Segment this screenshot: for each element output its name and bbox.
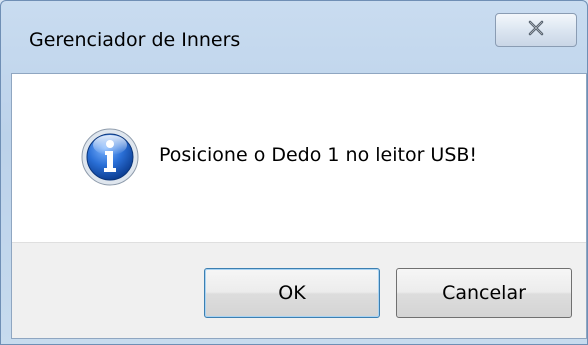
message-area: Posicione o Dedo 1 no leitor USB! xyxy=(12,74,586,242)
button-area: OK Cancelar xyxy=(12,242,586,338)
close-button[interactable] xyxy=(495,13,577,47)
info-icon xyxy=(80,127,140,187)
message-dialog: Gerenciador de Inners Posicione o Dedo 1… xyxy=(0,0,588,345)
dialog-body: Posicione o Dedo 1 no leitor USB! OK Can… xyxy=(11,73,587,339)
cancel-button[interactable]: Cancelar xyxy=(396,268,572,318)
message-text: Posicione o Dedo 1 no leitor USB! xyxy=(159,144,478,166)
close-icon xyxy=(527,20,545,40)
window-title: Gerenciador de Inners xyxy=(29,29,241,51)
ok-button[interactable]: OK xyxy=(204,268,380,318)
title-bar[interactable]: Gerenciador de Inners xyxy=(1,1,587,73)
